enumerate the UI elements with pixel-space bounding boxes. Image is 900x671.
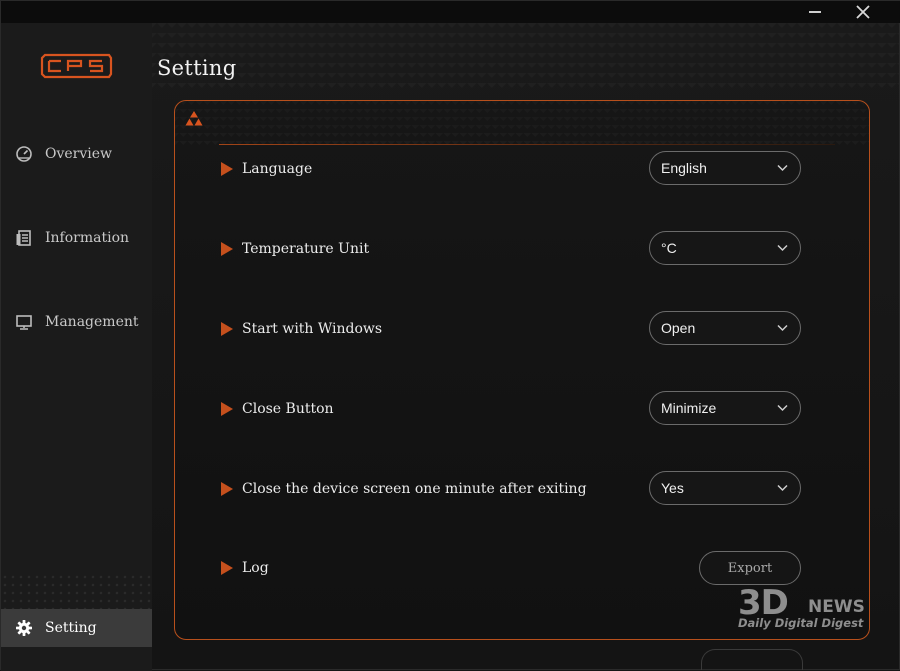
export-log-button[interactable]: Export — [699, 551, 801, 585]
partially-visible-button[interactable] — [701, 649, 803, 670]
select-value: Yes — [661, 480, 684, 496]
chevron-down-icon — [777, 484, 788, 492]
language-select[interactable]: English — [649, 151, 801, 185]
setting-label: Start with Windows — [242, 321, 383, 337]
bullet-arrow-icon — [221, 561, 233, 575]
sidebar-item-information[interactable]: Information — [1, 219, 152, 257]
minimize-icon — [809, 11, 821, 13]
sidebar-item-label: Setting — [45, 620, 97, 636]
watermark-news: NEWS — [808, 597, 865, 617]
setting-label: Temperature Unit — [242, 241, 370, 257]
bullet-arrow-icon — [221, 322, 233, 336]
close-button[interactable] — [846, 1, 880, 23]
select-value: English — [661, 160, 707, 176]
start-with-windows-select[interactable]: Open — [649, 311, 801, 345]
select-value: Minimize — [661, 400, 717, 416]
setting-label: Close Button — [242, 401, 334, 417]
sidebar-item-label: Management — [45, 314, 139, 330]
settings-panel: Language English Temperature Unit °C Sta… — [174, 100, 870, 640]
watermark-3d: 3D — [738, 583, 789, 623]
select-value: Open — [661, 320, 696, 336]
sidebar-item-overview[interactable]: Overview — [1, 135, 152, 173]
monitor-icon — [13, 311, 35, 333]
panel-divider — [219, 144, 835, 145]
bullet-arrow-icon — [221, 402, 233, 416]
triangle-logo-icon — [185, 111, 203, 126]
sidebar: Overview Information Management Setting — [1, 23, 152, 671]
select-value: °C — [661, 240, 677, 256]
bullet-arrow-icon — [221, 242, 233, 256]
chevron-down-icon — [777, 244, 788, 252]
watermark-subtitle: Daily Digital Digest — [738, 616, 864, 630]
chevron-down-icon — [777, 404, 788, 412]
setting-label: Log — [242, 560, 269, 576]
sidebar-item-label: Information — [45, 230, 130, 246]
main-content: Setting Language English Temperature Uni… — [152, 23, 899, 670]
bullet-arrow-icon — [221, 162, 233, 176]
panel-pattern — [175, 101, 869, 145]
sidebar-item-management[interactable]: Management — [1, 303, 152, 341]
setting-label: Close the device screen one minute after… — [242, 481, 587, 497]
close-button-select[interactable]: Minimize — [649, 391, 801, 425]
title-bar — [1, 1, 900, 23]
header-pattern — [152, 23, 899, 93]
3dnews-watermark: 3D NEWS Daily Digital Digest — [738, 586, 878, 632]
sidebar-item-label: Overview — [45, 146, 113, 162]
sidebar-pattern — [1, 573, 152, 609]
gear-icon — [13, 617, 35, 639]
chevron-down-icon — [777, 324, 788, 332]
close-device-screen-select[interactable]: Yes — [649, 471, 801, 505]
app-window: Overview Information Management Setting … — [0, 0, 900, 671]
document-icon — [13, 227, 35, 249]
page-title: Setting — [157, 56, 237, 80]
sidebar-item-setting[interactable]: Setting — [1, 609, 152, 647]
temperature-unit-select[interactable]: °C — [649, 231, 801, 265]
close-icon — [856, 5, 870, 19]
cps-logo — [40, 53, 113, 79]
speedometer-icon — [13, 143, 35, 165]
minimize-button[interactable] — [798, 1, 832, 23]
bullet-arrow-icon — [221, 482, 233, 496]
setting-label: Language — [242, 161, 313, 177]
chevron-down-icon — [777, 164, 788, 172]
